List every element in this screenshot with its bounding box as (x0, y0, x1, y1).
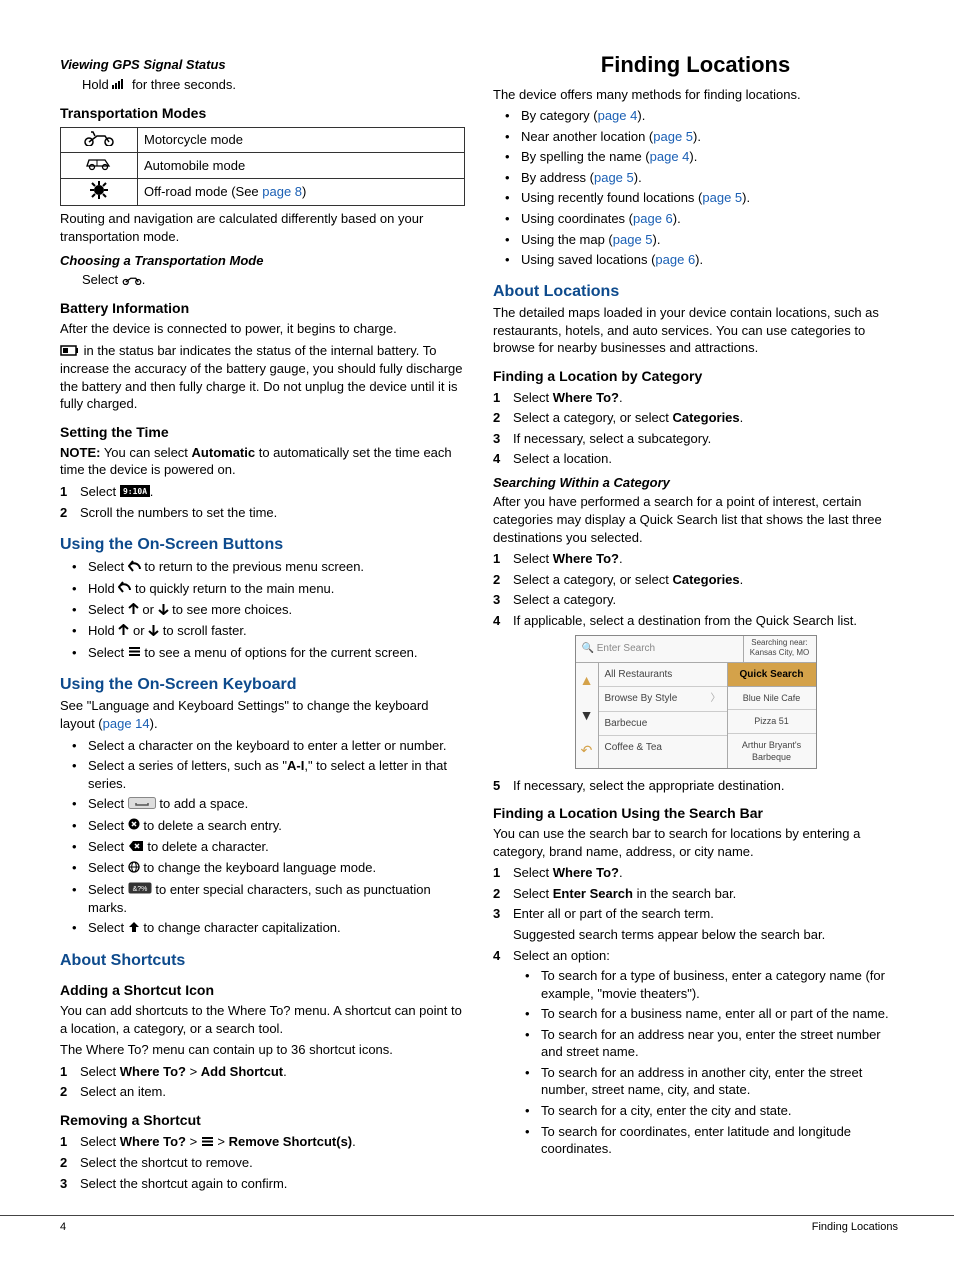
left-column: Viewing GPS Signal Status Hold for three… (60, 50, 465, 1195)
back-arrow-icon (128, 559, 141, 577)
onscreen-buttons-list: Select to return to the previous menu sc… (60, 558, 465, 662)
page-link[interactable]: page 6 (655, 252, 695, 267)
backspace-icon (128, 839, 144, 857)
down-arrow-icon (158, 602, 169, 620)
transport-modes-heading: Transportation Modes (60, 104, 465, 123)
osk-list: Select a character on the keyboard to en… (60, 737, 465, 938)
ui-quick-search: Quick Search Blue Nile Cafe Pizza 51 Art… (728, 663, 816, 768)
flsb-p: You can use the search bar to search for… (493, 825, 898, 860)
shortcuts-heading: About Shortcuts (60, 950, 465, 972)
ui-nav-arrows: ▲ ▼ ↶ (576, 663, 599, 768)
offroad-icon (90, 181, 108, 203)
back-arrow-icon (118, 580, 131, 598)
shift-icon (128, 920, 140, 938)
footer-section: Finding Locations (812, 1220, 898, 1235)
globe-icon (128, 860, 140, 878)
flsb-steps: Select Where To?. Select Enter Search in… (493, 864, 898, 1157)
ui-category-list: All Restaurants Browse By Style〉 Barbecu… (599, 663, 728, 768)
table-row: Automobile mode (61, 153, 465, 179)
down-arrow-icon (148, 623, 159, 641)
battery-p1: After the device is connected to power, … (60, 320, 465, 338)
swc-p: After you have performed a search for a … (493, 493, 898, 546)
right-column: Finding Locations The device offers many… (493, 50, 898, 1195)
up-arrow-icon (118, 623, 129, 641)
up-arrow-icon: ▲ (580, 671, 594, 690)
quick-search-screenshot: 🔍 Enter Search Searching near:Kansas Cit… (575, 635, 817, 769)
back-arrow-icon: ↶ (581, 741, 593, 760)
page-number: 4 (60, 1220, 66, 1235)
clear-circle-icon (128, 817, 140, 835)
menu-bars-icon (128, 644, 141, 662)
motorcycle-icon (83, 130, 115, 150)
add-shortcut-heading: Adding a Shortcut Icon (60, 981, 465, 1000)
battery-p2: in the status bar indicates the status o… (60, 342, 465, 413)
chevron-right-icon: 〉 (711, 692, 721, 706)
battery-icon (60, 343, 80, 361)
gps-step: Hold for three seconds. (60, 76, 465, 94)
table-row: Off-road mode (See page 8) (61, 178, 465, 206)
fl-list: By category (page 4). Near another locat… (493, 107, 898, 268)
remove-shortcut-steps: Select Where To? > > Remove Shortcut(s).… (60, 1133, 465, 1192)
finding-locations-heading: Finding Locations (493, 50, 898, 80)
page-link[interactable]: page 4 (598, 108, 638, 123)
up-arrow-icon (128, 602, 139, 620)
swc-steps-cont: If necessary, select the appropriate des… (493, 777, 898, 795)
svg-text:&?%: &?% (132, 886, 147, 893)
about-locations-heading: About Locations (493, 281, 898, 303)
add-shortcut-p2: The Where To? menu can contain up to 36 … (60, 1041, 465, 1059)
time-note: NOTE: You can select Automatic to automa… (60, 444, 465, 479)
about-locations-p: The detailed maps loaded in your device … (493, 304, 898, 357)
page-link[interactable]: page 5 (594, 170, 634, 185)
find-by-category-heading: Finding a Location by Category (493, 367, 898, 386)
time-heading: Setting the Time (60, 423, 465, 442)
search-within-category-heading: Searching Within a Category (493, 474, 898, 492)
time-steps: Select 9:10A. Scroll the numbers to set … (60, 483, 465, 522)
osk-intro: See "Language and Keyboard Settings" to … (60, 697, 465, 732)
table-row: Motorcycle mode (61, 127, 465, 153)
choose-mode-heading: Choosing a Transportation Mode (60, 252, 465, 270)
transport-note: Routing and navigation are calculated di… (60, 210, 465, 245)
clock-display-icon: 9:10A (120, 484, 150, 502)
battery-heading: Battery Information (60, 299, 465, 318)
spacebar-icon (128, 796, 156, 814)
page-8-link[interactable]: page 8 (262, 184, 302, 199)
page-link[interactable]: page 6 (633, 211, 673, 226)
menu-bars-icon (201, 1134, 214, 1152)
onscreen-buttons-heading: Using the On-Screen Buttons (60, 534, 465, 556)
transport-modes-table: Motorcycle mode Automobile mode Off-road… (60, 127, 465, 207)
choose-mode-step: Select . (60, 271, 465, 289)
add-shortcut-steps: Select Where To? > Add Shortcut. Select … (60, 1063, 465, 1101)
page-link[interactable]: page 5 (702, 190, 742, 205)
special-chars-icon: &?% (128, 881, 152, 899)
down-arrow-icon: ▼ (580, 706, 594, 725)
gps-heading: Viewing GPS Signal Status (60, 56, 465, 74)
signal-bars-icon (112, 76, 128, 94)
page-footer: 4 Finding Locations (0, 1215, 954, 1245)
page-link[interactable]: page 5 (653, 129, 693, 144)
page-link[interactable]: page 4 (650, 149, 690, 164)
ui-searching-near: Searching near:Kansas City, MO (744, 636, 816, 662)
search-icon: 🔍 (582, 643, 597, 654)
swc-steps: Select Where To?. Select a category, or … (493, 550, 898, 629)
fl-intro: The device offers many methods for findi… (493, 86, 898, 104)
find-search-bar-heading: Finding a Location Using the Search Bar (493, 804, 898, 823)
svg-text:9:10A: 9:10A (123, 487, 147, 496)
onscreen-keyboard-heading: Using the On-Screen Keyboard (60, 674, 465, 696)
ui-search-field: 🔍 Enter Search (576, 636, 744, 662)
find-by-category-steps: Select Where To?. Select a category, or … (493, 389, 898, 468)
automobile-icon (83, 155, 115, 175)
remove-shortcut-heading: Removing a Shortcut (60, 1111, 465, 1130)
flsb-options: To search for a type of business, enter … (513, 967, 898, 1157)
page-14-link[interactable]: page 14 (103, 716, 150, 731)
add-shortcut-p1: You can add shortcuts to the Where To? m… (60, 1002, 465, 1037)
motorcycle-icon (122, 272, 142, 290)
page-link[interactable]: page 5 (613, 232, 653, 247)
